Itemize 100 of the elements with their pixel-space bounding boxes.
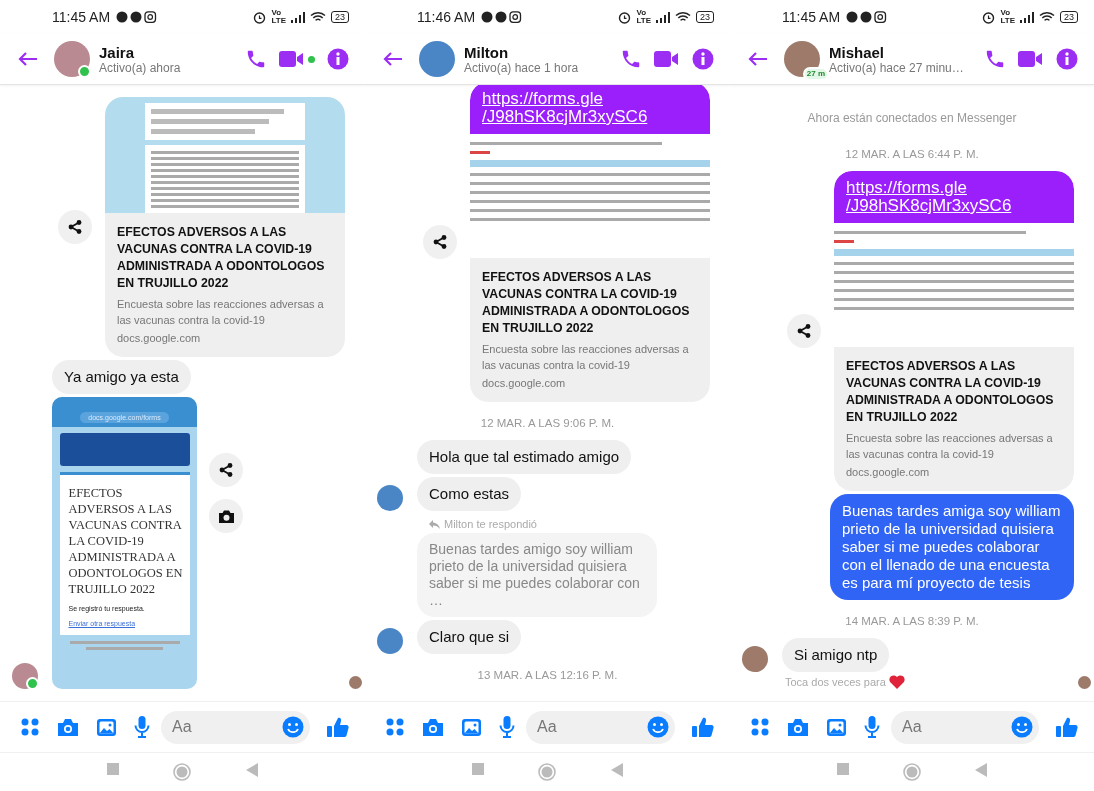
message-bubble: Si amigo ntp [782, 638, 890, 672]
contact-name: Mishael [829, 43, 886, 61]
message-bubble: Hola que tal estimado amigo [417, 440, 632, 474]
gallery-icon[interactable] [826, 717, 847, 737]
wifi-icon [310, 11, 326, 23]
battery-level: 23 [331, 11, 349, 23]
thumbs-up-icon[interactable] [327, 716, 349, 738]
phone-icon[interactable] [984, 48, 1006, 70]
alarm-icon [618, 10, 632, 24]
network-label: LTE [636, 17, 651, 25]
thumbs-up-icon[interactable] [692, 716, 714, 738]
gallery-icon[interactable] [96, 717, 117, 737]
network-label: Vo [1000, 9, 1012, 17]
emoji-icon[interactable] [647, 716, 669, 738]
link-preview-card[interactable]: EFECTOS ADVERSOS A LAS VACUNAS CONTRA LA COVID-19 ADMINISTRADA A ODONTOLOGOS EN TRUJILLO 2022 Encuesta sobre las reacciones adversas a las vacunas contra la covid-19 docs.google.com [105, 213, 345, 357]
wifi-icon [675, 11, 691, 23]
share-button[interactable] [58, 210, 92, 244]
network-label: Vo [636, 9, 648, 17]
signal-icon [1020, 11, 1034, 23]
link-title: EFECTOS ADVERSOS A LAS VACUNAS CONTRA LA COVID-19 ADMINISTRADA A ODONTOLOGOS EN TRUJILLO 2022 [482, 269, 691, 337]
camera-icon[interactable] [57, 717, 79, 737]
apps-icon[interactable] [385, 717, 405, 737]
link-title: EFECTOS ADVERSOS A LAS VACUNAS CONTRA LA COVID-19 ADMINISTRADA A ODONTOLOGOS EN TRUJILLO 2022 [117, 224, 326, 292]
share-button[interactable] [209, 453, 243, 487]
message-bubble: Buenas tardes amiga soy william prieto de la universidad quisiera saber si me puedes colaborar con el llenado de una encuesta es para mí proyecto de tesis [830, 494, 1074, 600]
camera-icon[interactable] [787, 717, 809, 737]
link-domain: docs.google.com [117, 331, 202, 346]
wifi-icon [1039, 11, 1055, 23]
share-icon [432, 234, 448, 250]
back-arrow-icon[interactable] [383, 51, 403, 67]
phone-icon[interactable] [245, 48, 267, 70]
link-domain: docs.google.com [846, 465, 931, 480]
microphone-icon[interactable] [134, 716, 150, 738]
link-title: EFECTOS ADVERSOS A LAS VACUNAS CONTRA LA COVID-19 ADMINISTRADA A ODONTOLOGOS EN TRUJILLO 2022 [846, 358, 1055, 426]
apps-icon[interactable] [750, 717, 770, 737]
info-icon[interactable] [327, 48, 349, 70]
status-time: 11:46 AM [417, 9, 476, 25]
heart-icon [888, 675, 905, 689]
link-message[interactable]: https://forms.gle /J98hSK8cjMr3xySC6 [834, 171, 1074, 223]
share-icon [67, 219, 83, 235]
share-button[interactable] [787, 314, 821, 348]
link-preview-card[interactable]: EFECTOS ADVERSOS A LAS VACUNAS CONTRA LA COVID-19 ADMINISTRADA A ODONTOLOGOS EN TRUJILLO 2022 Encuesta sobre las reacciones adversas a las vacunas contra la covid-19 docs.google.com [470, 258, 710, 402]
battery-level: 23 [1060, 11, 1078, 23]
signal-icon [656, 11, 670, 23]
gallery-icon[interactable] [461, 717, 482, 737]
contact-avatar[interactable] [54, 41, 90, 77]
microphone-icon[interactable] [864, 716, 880, 738]
network-label: LTE [1000, 17, 1015, 25]
reply-icon [429, 519, 440, 529]
message-input[interactable]: Aa [526, 710, 675, 744]
back-arrow-icon[interactable] [18, 51, 38, 67]
reply-label: Milton te respondió [444, 518, 537, 530]
battery-level: 23 [696, 11, 714, 23]
camera-icon [217, 508, 235, 524]
video-camera-icon[interactable] [654, 50, 680, 68]
status-time: 11:45 AM [782, 9, 841, 25]
contact-status: Activo(a) hace 27 minu… [829, 60, 965, 75]
apps-icon[interactable] [20, 717, 40, 737]
signal-icon [291, 11, 305, 23]
timestamp: 12 MAR. A LAS 9:06 P. M. [480, 417, 615, 429]
connection-notice: Ahora están conectados en Messenger [807, 111, 1017, 125]
link-domain: docs.google.com [482, 376, 567, 391]
contact-status: Activo(a) hace 1 hora [464, 60, 580, 75]
thumbs-up-icon[interactable] [1056, 716, 1078, 738]
alarm-icon [253, 10, 267, 24]
info-icon[interactable] [1056, 48, 1078, 70]
network-label: Vo [271, 9, 283, 17]
microphone-icon[interactable] [499, 716, 515, 738]
share-icon [796, 323, 812, 339]
timestamp: 12 MAR. A LAS 6:44 P. M. [845, 148, 979, 160]
video-camera-icon[interactable] [279, 50, 305, 68]
message-input[interactable]: Aa [891, 710, 1039, 744]
alarm-icon [982, 10, 996, 24]
contact-status: Activo(a) ahora [99, 60, 182, 75]
active-time-badge: 27 m [802, 67, 829, 81]
link-message[interactable]: https://forms.gle /J98hSK8cjMr3xySC6 [470, 85, 710, 134]
camera-icon[interactable] [422, 717, 444, 737]
message-bubble: Como estas [417, 477, 522, 511]
share-button[interactable] [423, 225, 457, 259]
video-camera-icon[interactable] [1018, 50, 1044, 68]
contact-name: Jaira [99, 43, 136, 61]
share-icon [218, 462, 234, 478]
back-arrow-icon[interactable] [748, 51, 768, 67]
info-icon[interactable] [692, 48, 714, 70]
form-title: EFECTOS ADVERSOS A LAS VACUNAS CONTRA LA COVID-19 ADMINISTRADA A ODONTOLOGOS EN TRUJILLO 2022 [68, 485, 184, 597]
double-tap-hint: Toca dos veces para [785, 676, 886, 688]
emoji-icon[interactable] [1011, 716, 1033, 738]
message-input[interactable]: Aa [161, 710, 310, 744]
timestamp: 13 MAR. A LAS 12:16 P. M. [477, 669, 618, 681]
contact-avatar[interactable] [784, 41, 820, 77]
contact-avatar[interactable] [419, 41, 455, 77]
quoted-message: Buenas tardes amigo soy william prieto de la universidad quisiera saber si me puedes colaborar con … [417, 533, 657, 617]
message-bubble: Claro que si [417, 620, 522, 654]
network-label: LTE [271, 17, 286, 25]
timestamp: 14 MAR. A LAS 8:39 P. M. [845, 615, 979, 627]
emoji-icon[interactable] [282, 716, 304, 738]
phone-icon[interactable] [620, 48, 642, 70]
camera-button[interactable] [209, 499, 243, 533]
link-preview-card[interactable]: EFECTOS ADVERSOS A LAS VACUNAS CONTRA LA COVID-19 ADMINISTRADA A ODONTOLOGOS EN TRUJILLO 2022 Encuesta sobre las reacciones adversas a las vacunas contra la covid-19 docs.google.com [834, 347, 1074, 491]
status-time: 11:45 AM [52, 9, 111, 25]
